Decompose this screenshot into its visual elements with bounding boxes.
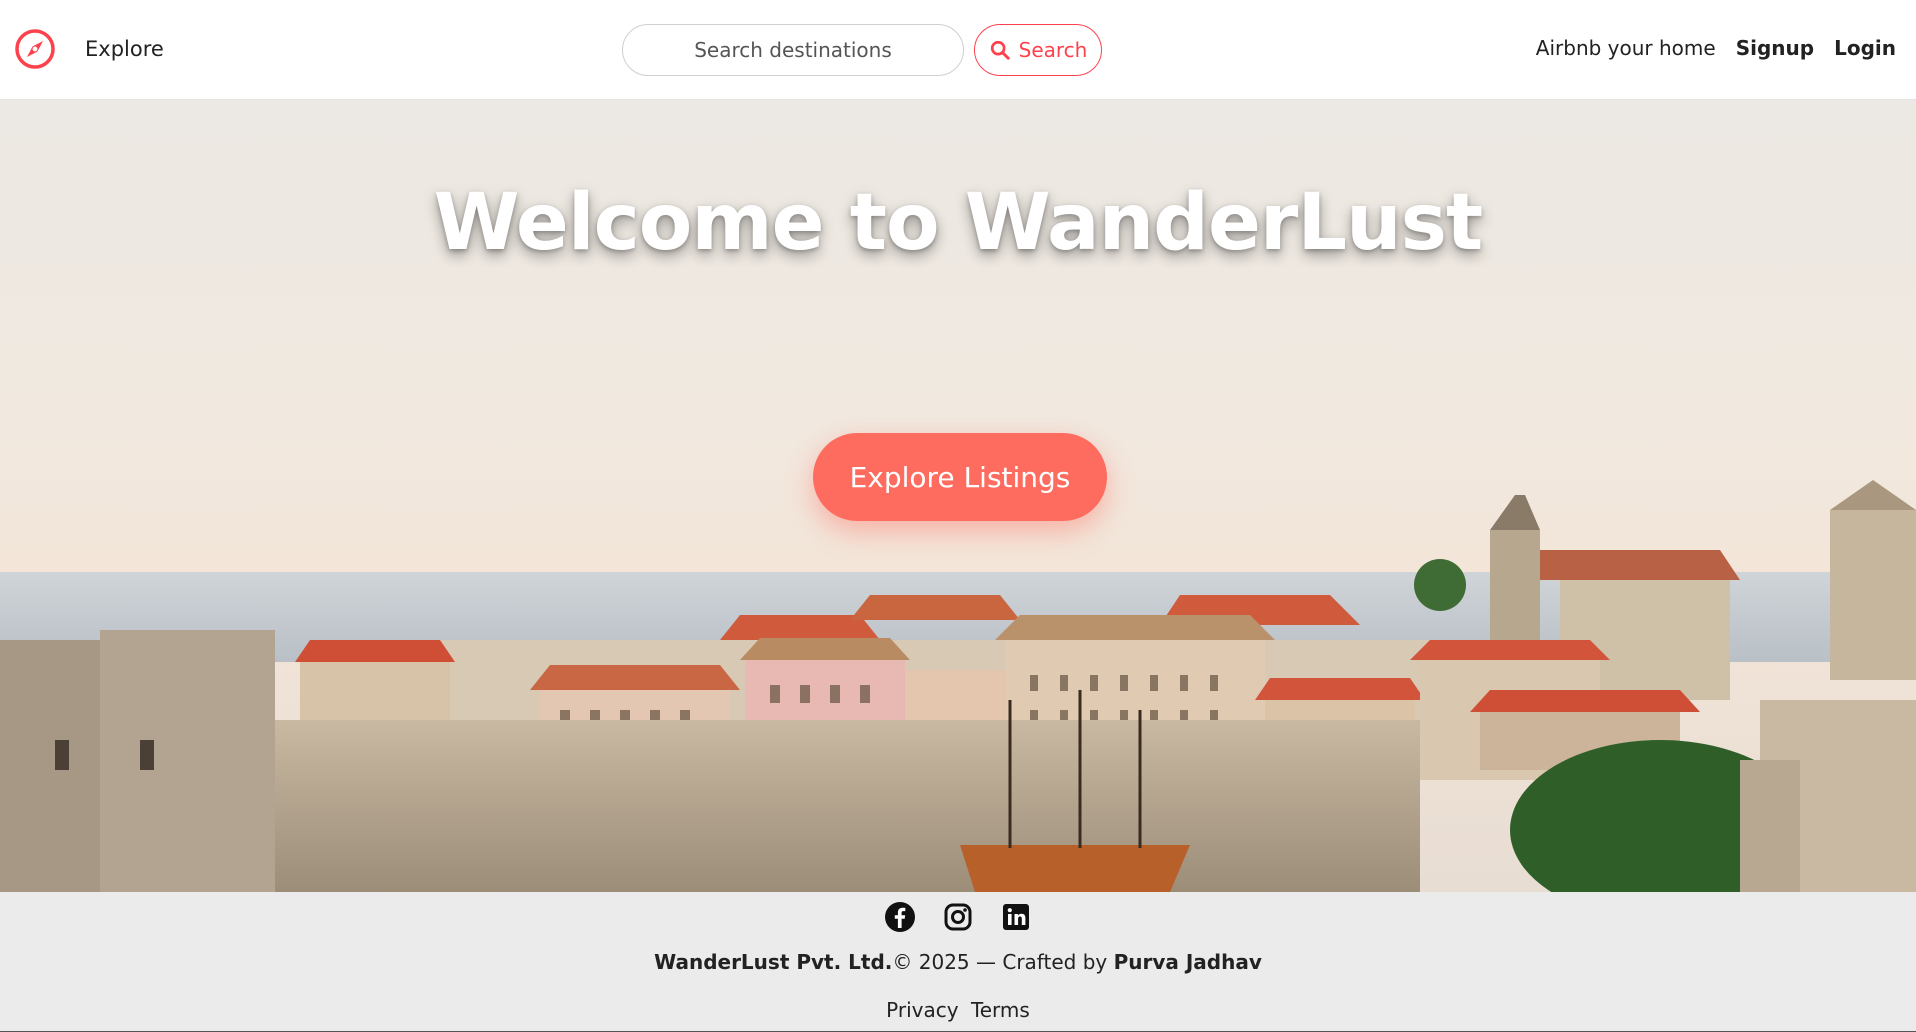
copyright-line: WanderLust Pvt. Ltd.© 2025 — Crafted by …	[0, 950, 1916, 974]
explore-listings-button[interactable]: Explore Listings	[813, 433, 1107, 521]
hero-section: Welcome to WanderLust Explore Listings	[0, 100, 1916, 892]
search-button-label: Search	[1018, 38, 1088, 62]
terms-link[interactable]: Terms	[971, 998, 1030, 1022]
navbar: Explore Search Airbnb your home Signup L…	[0, 0, 1916, 100]
linkedin-icon[interactable]	[1000, 901, 1032, 933]
search-input[interactable]	[622, 24, 964, 76]
instagram-icon[interactable]	[942, 901, 974, 933]
nav-right: Airbnb your home Signup Login	[1536, 36, 1896, 60]
signup-link[interactable]: Signup	[1736, 36, 1814, 60]
author-name: Purva Jadhav	[1113, 950, 1262, 974]
privacy-link[interactable]: Privacy	[886, 998, 958, 1022]
social-links	[0, 901, 1916, 933]
host-link[interactable]: Airbnb your home	[1536, 36, 1716, 60]
company-name: WanderLust Pvt. Ltd.	[654, 950, 893, 974]
hero-title: Welcome to WanderLust	[433, 178, 1484, 268]
search-button[interactable]: Search	[974, 24, 1102, 76]
magnifier-icon	[990, 40, 1010, 60]
compass-icon[interactable]	[14, 28, 56, 70]
nav-explore-link[interactable]: Explore	[85, 37, 164, 61]
footer-links: Privacy Terms	[0, 998, 1916, 1022]
login-link[interactable]: Login	[1834, 36, 1896, 60]
facebook-icon[interactable]	[884, 901, 916, 933]
footer: WanderLust Pvt. Ltd.© 2025 — Crafted by …	[0, 892, 1916, 1032]
copyright-text: © 2025 — Crafted by	[892, 950, 1108, 974]
